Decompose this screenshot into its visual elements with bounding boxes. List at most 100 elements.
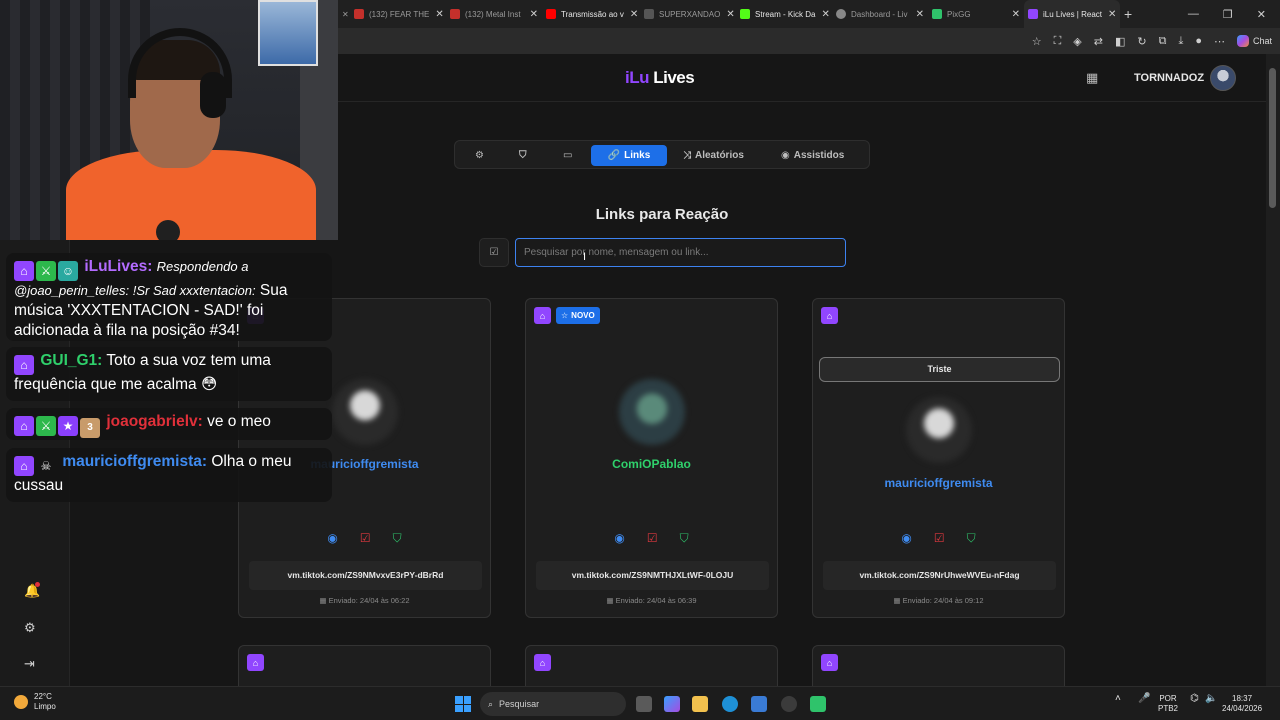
shield-extension-icon[interactable]: ◈: [1073, 35, 1081, 48]
more-icon[interactable]: ⋯: [1214, 35, 1225, 48]
download-icon[interactable]: ⤓: [1178, 35, 1183, 48]
avatar[interactable]: [1210, 65, 1236, 91]
taskbar: 22°C Limpo ⌕ Pesquisar ˄ 🎤 POR PTB2 ⌬ 🔈 18:…: [0, 686, 1280, 720]
close-icon[interactable]: ✕: [1006, 9, 1020, 20]
username[interactable]: TORNNADOZ: [1134, 72, 1204, 84]
view-icon[interactable]: ◉: [327, 531, 337, 546]
settings-icon[interactable]: ⚙: [24, 620, 36, 636]
browser-toolbar: ☆ ⛶ ◈ ⇄ ◧ ↻ ⧉ ⤓ ● ⋯ Chat: [338, 28, 1280, 54]
link-card[interactable]: ⌂ ☆ NOVO ComiOPablao ◉ ☑ ⛉ vm.tiktok.com/…: [525, 298, 778, 618]
logout-icon[interactable]: ⇥: [24, 656, 35, 672]
tablet-icon: ▭: [563, 150, 573, 161]
twitch-icon: ⌂: [534, 307, 551, 324]
app-taskbar-icon[interactable]: [810, 696, 826, 712]
collections-icon[interactable]: ⧉: [1159, 35, 1167, 48]
favorite-star-icon[interactable]: ☆: [1032, 35, 1042, 48]
tab-device[interactable]: ▭: [557, 145, 578, 166]
tab-moderation[interactable]: ⛉: [513, 145, 533, 166]
shield-icon[interactable]: ⛉: [393, 531, 402, 546]
chat-username: mauricioffgremista:: [62, 453, 208, 470]
minimize-icon[interactable]: —: [1188, 8, 1199, 21]
site-icon: [644, 9, 654, 19]
twitch-badge-icon: ⌂: [14, 416, 34, 436]
card-link[interactable]: vm.tiktok.com/ZS9NrUhweWVEu-nFdag: [823, 561, 1056, 590]
star-icon: ☆: [561, 311, 569, 320]
browser-tab[interactable]: Transmissão ao v ✕: [542, 0, 640, 28]
tab-random[interactable]: ⤨ Aleatórios: [677, 145, 750, 166]
close-icon[interactable]: ✕: [429, 9, 443, 20]
browser-tab-bar: ✕ (132) FEAR THE ✕ (132) Metal Inst ✕ Tran…: [338, 0, 1280, 28]
start-button[interactable]: [455, 696, 471, 712]
dashboard-icon[interactable]: ▦: [1086, 70, 1098, 86]
close-window-icon[interactable]: ✕: [1257, 8, 1266, 21]
edge-browser-icon[interactable]: [722, 696, 738, 712]
taskbar-search[interactable]: ⌕ Pesquisar: [480, 692, 626, 716]
browser-tab[interactable]: (132) FEAR THE ✕: [350, 0, 446, 28]
view-icon[interactable]: ◉: [901, 531, 911, 546]
shield-icon[interactable]: ⛉: [680, 531, 689, 546]
card-link[interactable]: vm.tiktok.com/ZS9NMTHJXLtWF-0LOJU: [536, 561, 769, 590]
scrollbar[interactable]: [1266, 54, 1280, 686]
browser-tab[interactable]: (132) Metal Inst ✕: [446, 0, 542, 28]
volume-icon[interactable]: 🔈: [1205, 694, 1217, 704]
browser-tab-active[interactable]: iLu Lives | React ✕: [1024, 0, 1120, 28]
weather-widget[interactable]: 22°C Limpo: [14, 692, 56, 712]
language-indicator[interactable]: POR PTB2: [1158, 694, 1178, 714]
new-tab-button[interactable]: +: [1120, 0, 1142, 28]
view-icon[interactable]: ◉: [614, 531, 624, 546]
clock[interactable]: 18:37 24/04/2026: [1222, 694, 1262, 714]
profile-icon[interactable]: ●: [1195, 35, 1202, 47]
search-input[interactable]: [515, 238, 846, 267]
close-icon[interactable]: ✕: [910, 9, 924, 20]
browser-tab[interactable]: Dashboard - Liv ✕: [832, 0, 928, 28]
sent-timestamp: ▦ Enviado: 24/04 às 06:22: [319, 596, 410, 605]
tab-close-icon[interactable]: ✕: [338, 0, 350, 28]
copilot-taskbar-icon[interactable]: [664, 696, 680, 712]
file-explorer-icon[interactable]: [692, 696, 708, 712]
check-icon[interactable]: ☑: [934, 531, 945, 546]
card-actions: ◉ ☑ ⛉: [813, 531, 1064, 546]
obs-app-icon[interactable]: [781, 696, 797, 712]
twitch-icon: ⌂: [821, 307, 838, 324]
new-badge: ☆ NOVO: [556, 307, 600, 324]
card-username[interactable]: mauricioffgremista: [813, 476, 1064, 490]
link-card[interactable]: ⌂ Triste mauricioffgremista ◉ ☑ ⛉ vm.tik…: [812, 298, 1065, 618]
mood-tag: Triste: [819, 357, 1060, 382]
card-link[interactable]: vm.tiktok.com/ZS9NMvxvE3rPY-dBrRd: [249, 561, 482, 590]
chat-username: iLuLives:: [84, 258, 153, 275]
shuffle-icon: ⤨: [683, 150, 691, 161]
copilot-chat-button[interactable]: Chat: [1236, 35, 1272, 47]
translate-icon[interactable]: ⇄: [1094, 35, 1103, 48]
filter-checkbox-button[interactable]: ☑: [479, 238, 509, 267]
close-icon[interactable]: ✕: [524, 9, 538, 20]
close-icon[interactable]: ✕: [815, 9, 829, 20]
extension-icon[interactable]: ⛶: [1054, 35, 1062, 48]
tab-watched[interactable]: ◉ Assistidos: [775, 145, 850, 166]
browser-tab[interactable]: PixGG ✕: [928, 0, 1024, 28]
shield-icon[interactable]: ⛉: [967, 531, 976, 546]
network-icon[interactable]: ⌬: [1190, 694, 1199, 704]
media-icon[interactable]: ◧: [1115, 35, 1125, 48]
microphone-tray-icon[interactable]: 🎤: [1138, 694, 1150, 704]
sent-timestamp: ▦ Enviado: 24/04 às 06:39: [606, 596, 697, 605]
scrollbar-thumb[interactable]: [1269, 68, 1276, 208]
card-username[interactable]: ComiOPablao: [526, 457, 777, 471]
tray-overflow-icon[interactable]: ˄: [1115, 694, 1121, 704]
chat-message: ⌂ ⚔ ★ 3 joaogabrielv: ve o meo: [6, 408, 332, 440]
microphone-icon: [156, 220, 180, 240]
close-icon[interactable]: ✕: [1102, 9, 1116, 20]
kick-icon: [740, 9, 750, 19]
task-view-icon[interactable]: [636, 696, 652, 712]
app-logo[interactable]: iLu Lives: [625, 68, 695, 88]
close-icon[interactable]: ✕: [720, 9, 734, 20]
check-icon[interactable]: ☑: [647, 531, 658, 546]
refresh-icon[interactable]: ↻: [1137, 35, 1146, 48]
check-icon[interactable]: ☑: [360, 531, 371, 546]
close-icon[interactable]: ✕: [624, 9, 638, 20]
tab-links[interactable]: 🔗 Links: [591, 145, 667, 166]
photos-app-icon[interactable]: [751, 696, 767, 712]
maximize-icon[interactable]: ❐: [1223, 8, 1233, 21]
browser-tab[interactable]: SUPERXANDAO ✕: [640, 0, 736, 28]
tab-settings[interactable]: ⚙: [469, 145, 490, 166]
browser-tab[interactable]: Stream - Kick Da ✕: [736, 0, 832, 28]
